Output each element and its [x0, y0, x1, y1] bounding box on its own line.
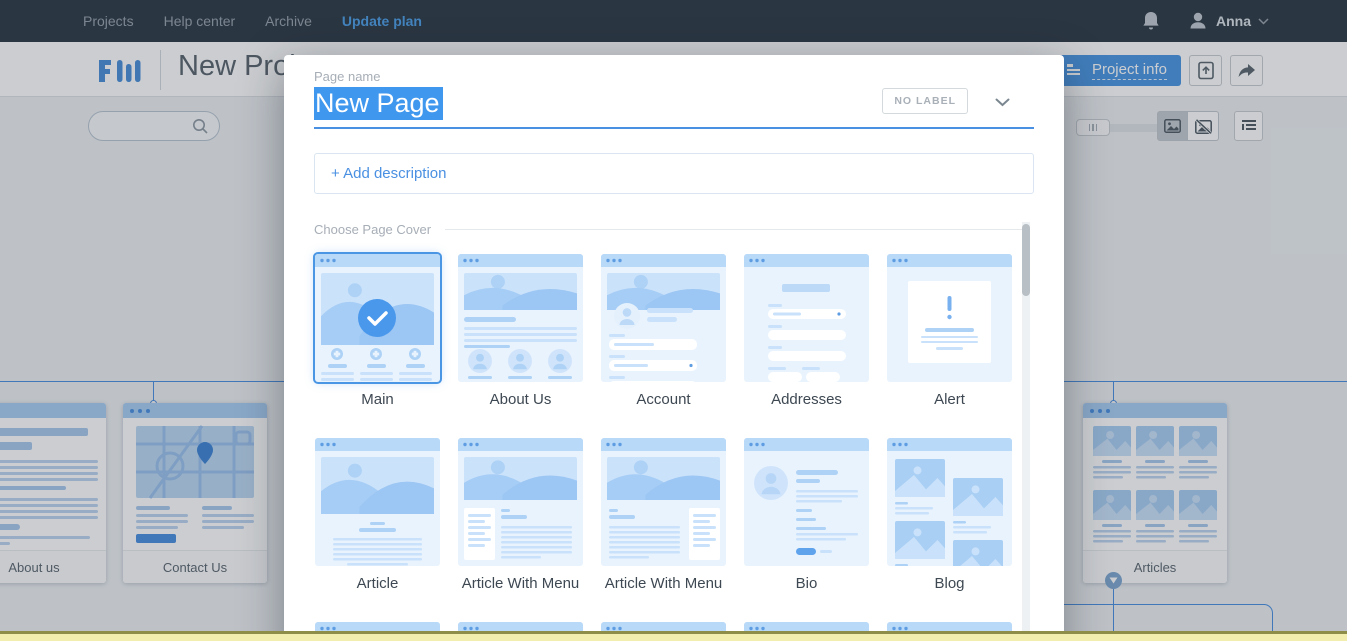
cover-label: Article With Menu: [458, 566, 583, 608]
cover-option-article[interactable]: Article: [315, 438, 440, 608]
cover-option-article-menu-right[interactable]: Article With Menu: [601, 438, 726, 608]
choose-cover-label: Choose Page Cover: [314, 222, 431, 237]
cover-thumbnail[interactable]: [887, 438, 1012, 566]
scrollbar-thumb[interactable]: [1022, 224, 1030, 296]
bottom-highlight-bar: [0, 631, 1347, 641]
cover-label: Alert: [887, 382, 1012, 424]
cover-label: Main: [315, 382, 440, 424]
cover-label: Blog: [887, 566, 1012, 608]
page-label-chip[interactable]: NO LABEL: [882, 88, 968, 114]
cover-option-alert[interactable]: Alert: [887, 254, 1012, 424]
cover-thumbnail[interactable]: [601, 254, 726, 382]
cover-label: Account: [601, 382, 726, 424]
page-name-label: Page name: [314, 69, 1034, 84]
cover-option-article-menu-left[interactable]: Article With Menu: [458, 438, 583, 608]
cover-label: Bio: [744, 566, 869, 608]
cover-thumbnail[interactable]: [744, 438, 869, 566]
add-description-box[interactable]: + Add description: [314, 153, 1034, 194]
cover-thumbnail[interactable]: [458, 438, 583, 566]
choose-cover-row: Choose Page Cover: [314, 222, 1034, 237]
cover-grid: Main About Us Account Addresses Alert Article…: [315, 254, 1034, 641]
label-chevron-down-icon[interactable]: [995, 94, 1010, 112]
new-page-modal: Page name New Page NO LABEL + Add descri…: [284, 55, 1064, 641]
cover-option-bio[interactable]: Bio: [744, 438, 869, 608]
app-root: Projects Help center Archive Update plan…: [0, 0, 1347, 641]
cover-label: Article: [315, 566, 440, 608]
cover-option-blog[interactable]: Blog: [887, 438, 1012, 608]
input-underline: [314, 127, 1034, 129]
cover-thumbnail[interactable]: [887, 254, 1012, 382]
cover-thumbnail[interactable]: [315, 254, 440, 382]
cover-option-account[interactable]: Account: [601, 254, 726, 424]
add-description-link[interactable]: + Add description: [331, 165, 447, 182]
cover-option-about-us[interactable]: About Us: [458, 254, 583, 424]
cover-label: About Us: [458, 382, 583, 424]
modal-scrollbar[interactable]: [1022, 222, 1030, 641]
divider-line: [445, 229, 1024, 230]
cover-option-main[interactable]: Main: [315, 254, 440, 424]
cover-label: Article With Menu: [601, 566, 726, 608]
cover-thumbnail[interactable]: [315, 438, 440, 566]
cover-option-addresses[interactable]: Addresses: [744, 254, 869, 424]
cover-thumbnail[interactable]: [744, 254, 869, 382]
cover-thumbnail[interactable]: [458, 254, 583, 382]
cover-label: Addresses: [744, 382, 869, 424]
selected-text: New Page: [314, 87, 443, 120]
cover-thumbnail[interactable]: [601, 438, 726, 566]
